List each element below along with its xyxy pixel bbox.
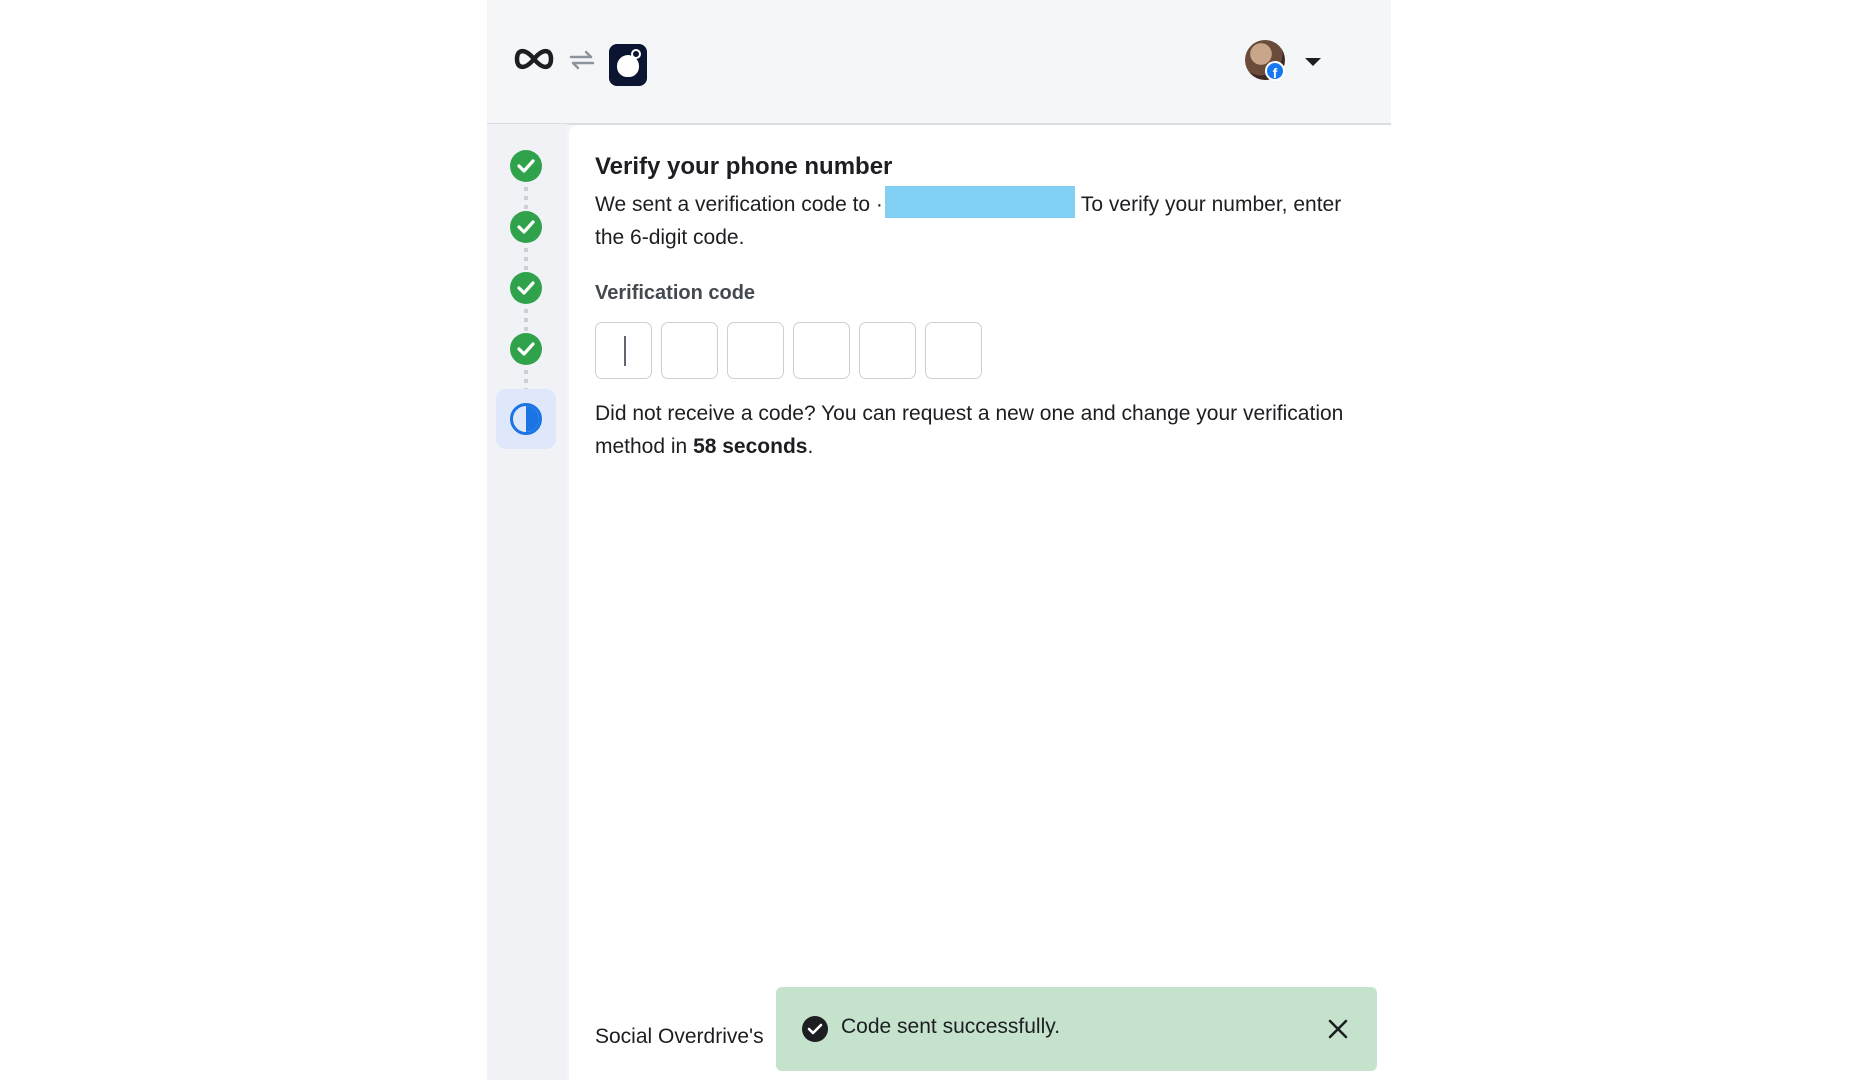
step-2-complete-check-icon <box>510 211 542 243</box>
code-digit-1-input[interactable] <box>595 322 652 379</box>
meta-logo-icon[interactable] <box>513 44 555 74</box>
code-digit-6-input[interactable] <box>925 322 982 379</box>
step-4-complete-check-icon <box>510 333 542 365</box>
toast-message: Code sent successfully. <box>841 1015 1061 1038</box>
description-before: We sent a verification code to · <box>595 193 883 216</box>
app-avatar-ear <box>631 49 641 59</box>
step-5-current <box>496 389 556 449</box>
step-3-complete-check-icon <box>510 272 542 304</box>
verification-code-label: Verification code <box>595 282 756 304</box>
verification-description: We sent a verification code to · To verif… <box>595 186 1355 254</box>
footer-text: Social Overdrive's <box>595 1025 764 1048</box>
sync-arrows-icon <box>569 50 595 70</box>
step-1-complete-check-icon <box>510 150 542 182</box>
page-title: Verify your phone number <box>595 153 893 180</box>
facebook-badge-icon: f <box>1265 61 1285 81</box>
half-circle-icon <box>510 403 542 435</box>
check-circle-filled-icon <box>802 1016 828 1042</box>
code-digit-5-input[interactable] <box>859 322 916 379</box>
resend-info: Did not receive a code? You can request … <box>595 397 1355 463</box>
resend-countdown: 58 seconds <box>693 435 808 458</box>
app-frame: f Verify your phone number We sent a ver… <box>487 0 1391 1080</box>
verification-panel: Verify your phone number We sent a verif… <box>569 125 1391 1080</box>
redacted-phone-number <box>884 186 1075 219</box>
caret-down-icon[interactable] <box>1305 58 1321 66</box>
verification-code-inputs <box>595 322 982 379</box>
code-digit-3-input[interactable] <box>727 322 784 379</box>
code-digit-2-input[interactable] <box>661 322 718 379</box>
success-toast: Code sent successfully. <box>776 987 1377 1071</box>
app-avatar-icon <box>609 44 647 86</box>
progress-stepper <box>487 124 567 1080</box>
top-bar: f <box>487 0 1391 125</box>
code-digit-4-input[interactable] <box>793 322 850 379</box>
close-icon[interactable] <box>1324 1015 1352 1043</box>
resend-suffix: . <box>807 435 814 458</box>
